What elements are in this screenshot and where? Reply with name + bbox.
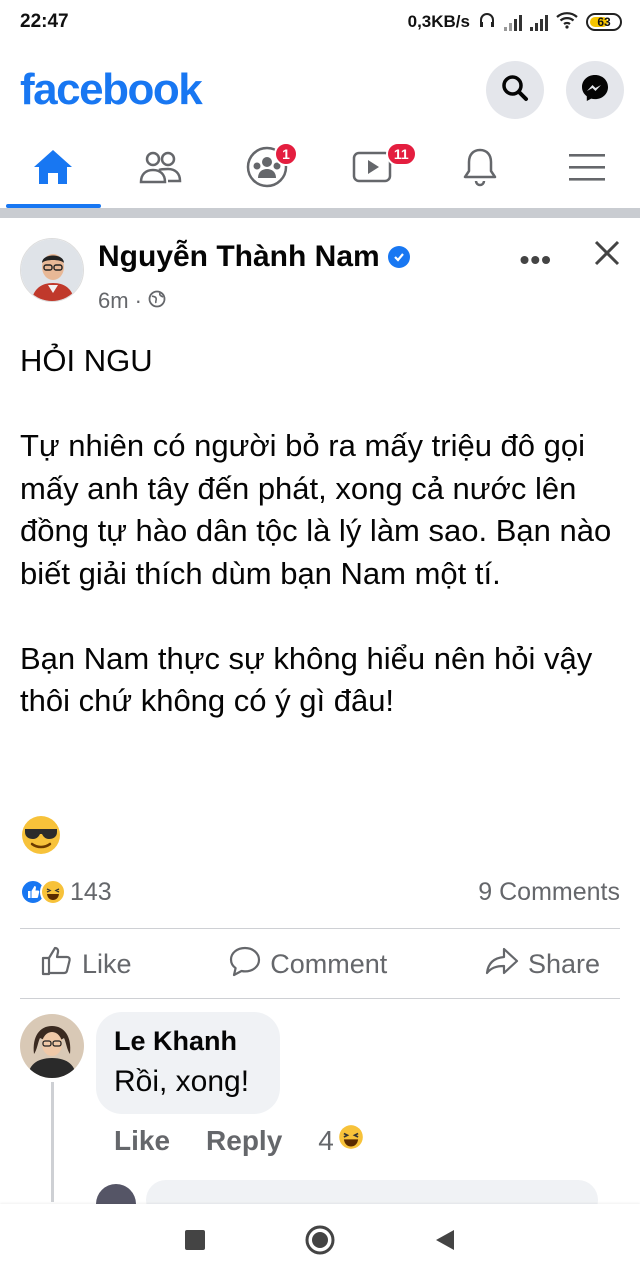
signal-icon (504, 13, 522, 31)
post-paragraph: Tự nhiên có người bỏ ra mấy triệu đô gọi… (20, 428, 612, 591)
post-time[interactable]: 6m (98, 288, 129, 314)
share-label: Share (527, 948, 600, 979)
home-icon (32, 148, 74, 191)
reply-thread-line (51, 1082, 54, 1202)
app-header: facebook (0, 52, 640, 128)
verified-badge-icon (387, 246, 410, 268)
comment-text: Rồi, xong! (114, 1065, 250, 1098)
haha-reaction-icon (40, 879, 66, 905)
comment-label: Comment (270, 948, 388, 979)
globe-icon (148, 288, 166, 314)
post-paragraph: HỎI NGU (20, 343, 153, 378)
divider (20, 928, 620, 929)
tab-groups[interactable]: 1 (213, 130, 320, 208)
tab-home[interactable] (0, 130, 107, 208)
post-text: HỎI NGU Tự nhiên có người bỏ ra mấy triệ… (20, 340, 620, 765)
status-time: 22:47 (20, 11, 69, 32)
headphone-icon (478, 11, 496, 34)
messenger-button[interactable] (566, 61, 624, 119)
feed-separator (0, 208, 640, 218)
comment-button[interactable]: Comment (208, 945, 407, 984)
comment-reply-link[interactable]: Reply (206, 1125, 282, 1157)
signal-icon-2 (530, 13, 548, 31)
watch-badge: 11 (385, 142, 417, 166)
comment-actions: Like Reply 4 (114, 1124, 364, 1157)
reaction-icons (20, 879, 66, 905)
comment-reactions[interactable]: 4 (318, 1124, 364, 1157)
commenter-avatar[interactable] (20, 1014, 84, 1078)
close-icon[interactable] (592, 238, 622, 273)
messenger-icon (579, 72, 611, 109)
post-action-bar: Like Comment Share (20, 930, 620, 998)
battery-icon: 63 (586, 13, 622, 31)
divider (20, 998, 620, 999)
battery-level: 63 (597, 15, 611, 29)
tab-friends[interactable] (107, 130, 214, 208)
thumbs-up-icon (40, 945, 74, 984)
bell-icon (461, 146, 499, 193)
post-author[interactable]: Nguyễn Thành Nam (98, 240, 410, 274)
comments-count[interactable]: 9 Comments (478, 878, 620, 907)
more-options-icon[interactable]: ••• (520, 244, 552, 276)
share-icon (484, 945, 520, 984)
hamburger-menu-icon (568, 151, 606, 188)
recents-icon[interactable] (184, 1229, 206, 1256)
comment-author[interactable]: Le Khanh (114, 1026, 262, 1057)
post-meta: 6m · (98, 288, 166, 314)
share-button[interactable]: Share (464, 945, 620, 984)
author-avatar[interactable] (20, 238, 84, 302)
system-nav-bar (0, 1204, 640, 1280)
home-circle-icon[interactable] (304, 1224, 336, 1261)
post-author-name[interactable]: Nguyễn Thành Nam (98, 240, 380, 274)
post-header: Nguyễn Thành Nam 6m · ••• (20, 238, 624, 318)
net-speed: 0,3KB/s (407, 12, 470, 31)
reactions-left[interactable]: 143 (20, 878, 112, 907)
sunglasses-emoji-icon (20, 814, 62, 861)
reactions-summary[interactable]: 143 9 Comments (20, 872, 620, 912)
status-indicators: 0,3KB/s 63 (408, 11, 622, 34)
friends-icon (137, 149, 183, 190)
comment-icon (228, 945, 262, 984)
meta-dot: · (134, 288, 142, 313)
facebook-logo[interactable]: facebook (20, 65, 203, 115)
tab-watch[interactable]: 11 (320, 130, 427, 208)
tab-menu[interactable] (533, 130, 640, 208)
search-icon (500, 73, 530, 108)
post-paragraph: Bạn Nam thực sự không hiểu nên hỏi vậy t… (20, 640, 593, 719)
search-button[interactable] (486, 61, 544, 119)
comment-reaction-count: 4 (318, 1124, 334, 1156)
status-bar: 22:47 0,3KB/s 63 (0, 0, 640, 44)
comment-bubble[interactable]: Le Khanh Rồi, xong! (96, 1012, 280, 1114)
comment-like-link[interactable]: Like (114, 1125, 170, 1157)
header-buttons (486, 61, 624, 119)
groups-badge: 1 (274, 142, 299, 166)
like-button[interactable]: Like (20, 945, 152, 984)
reaction-count: 143 (70, 877, 112, 906)
tab-notifications[interactable] (427, 130, 534, 208)
main-tabs: 1 11 (0, 130, 640, 208)
wifi-icon (556, 11, 578, 34)
like-label: Like (82, 948, 132, 979)
back-icon[interactable] (434, 1228, 456, 1257)
haha-reaction-icon (338, 1124, 364, 1157)
